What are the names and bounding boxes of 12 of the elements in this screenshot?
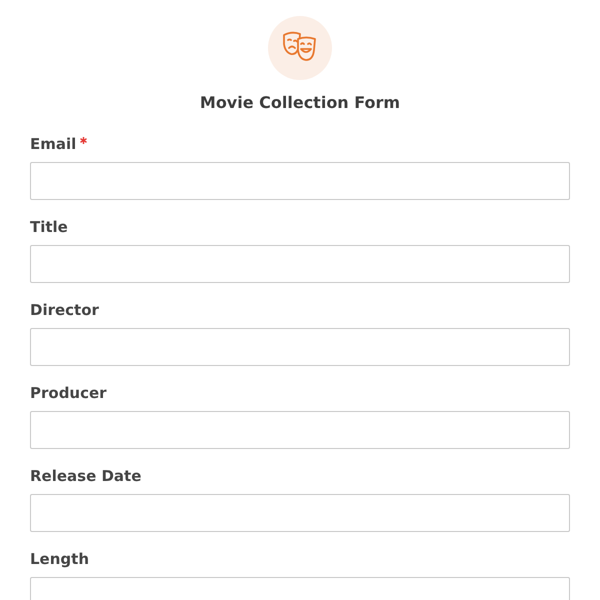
field-label: Length <box>30 549 89 569</box>
input-field[interactable] <box>30 328 570 366</box>
input-field[interactable] <box>30 411 570 449</box>
input-field[interactable] <box>30 245 570 283</box>
form-title: Movie Collection Form <box>198 93 402 113</box>
field-label: Release Date <box>30 466 142 486</box>
field-label: Email <box>30 134 76 154</box>
field-label: Producer <box>30 383 107 403</box>
input-field[interactable] <box>30 162 570 200</box>
field-label: Director <box>30 300 99 320</box>
field-label: Title <box>30 217 68 237</box>
input-field[interactable] <box>30 494 570 532</box>
